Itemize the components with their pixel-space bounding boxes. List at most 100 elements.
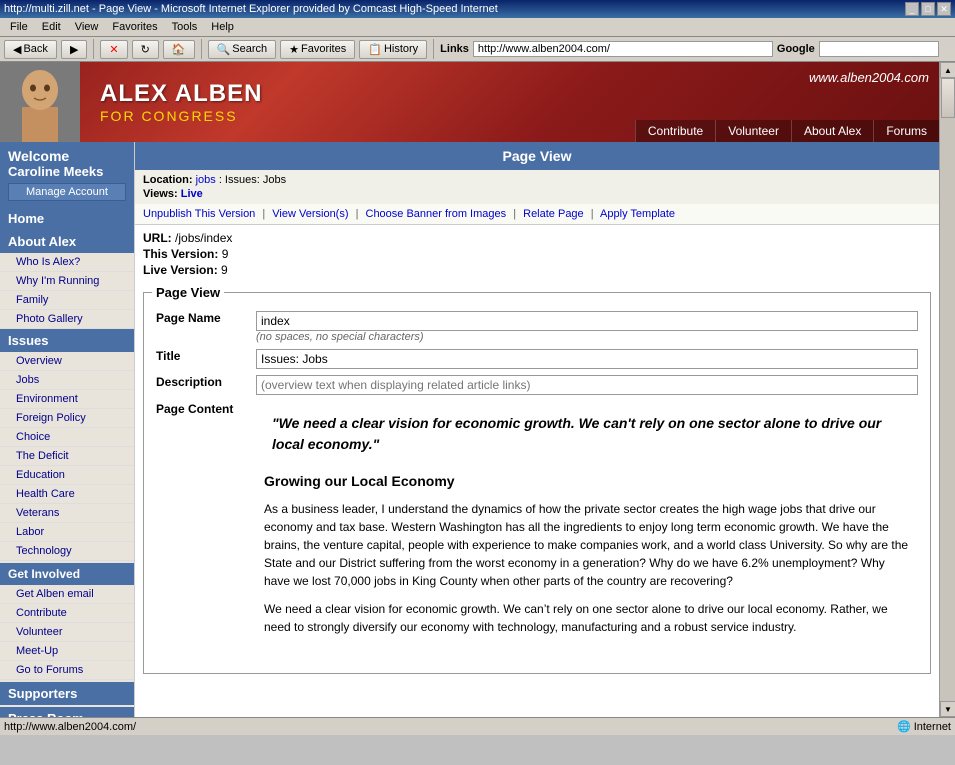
minimize-button[interactable]: _: [905, 2, 919, 16]
google-label: Google: [777, 43, 815, 55]
sidebar-item-jobs[interactable]: Jobs: [0, 371, 134, 390]
scroll-down-button[interactable]: ▼: [940, 701, 955, 717]
relate-page-link[interactable]: Relate Page: [523, 208, 584, 220]
description-input[interactable]: [256, 375, 918, 395]
sidebar-issues-section[interactable]: Issues: [0, 329, 134, 352]
forward-button[interactable]: ▶: [61, 40, 87, 59]
sidebar-item-education[interactable]: Education: [0, 466, 134, 485]
title-label: Title: [152, 346, 252, 372]
history-button[interactable]: 📋 History: [359, 40, 427, 59]
content-display: "We need a clear vision for economic gro…: [256, 401, 918, 654]
links-label: Links: [440, 43, 469, 55]
scroll-up-button[interactable]: ▲: [940, 62, 955, 78]
fieldset-legend: Page View: [152, 285, 224, 300]
nav-about-alex[interactable]: About Alex: [791, 120, 873, 142]
sidebar-about-alex-label: About Alex: [8, 234, 76, 249]
manage-account-button[interactable]: Manage Account: [8, 183, 126, 201]
nav-forums[interactable]: Forums: [873, 120, 939, 142]
sidebar-about-alex-section[interactable]: About Alex: [0, 230, 134, 253]
sidebar-item-environment[interactable]: Environment: [0, 390, 134, 409]
status-bar: http://www.alben2004.com/ 🌐 Internet: [0, 717, 955, 735]
toolbar-separator2: [201, 39, 202, 59]
sidebar-supporters-section[interactable]: Supporters: [0, 682, 134, 705]
title-input[interactable]: [256, 349, 918, 369]
action-sep-1: |: [262, 208, 265, 220]
location-jobs-link[interactable]: jobs: [196, 174, 216, 186]
internet-zone: 🌐 Internet: [897, 720, 951, 733]
breadcrumb-location: Location: jobs : Issues: Jobs: [143, 174, 931, 186]
nav-volunteer[interactable]: Volunteer: [715, 120, 791, 142]
page-view-title: Page View: [135, 142, 939, 170]
sidebar-item-labor[interactable]: Labor: [0, 523, 134, 542]
this-version-label: This Version:: [143, 247, 218, 261]
menu-file[interactable]: File: [4, 20, 34, 34]
address-bar[interactable]: [473, 41, 773, 57]
scrollbar-track[interactable]: [940, 78, 955, 701]
views-label: Views:: [143, 188, 178, 200]
sidebar-item-foreign-policy[interactable]: Foreign Policy: [0, 409, 134, 428]
sidebar-item-get-alben-email[interactable]: Get Alben email: [0, 585, 134, 604]
sidebar-item-family[interactable]: Family: [0, 291, 134, 310]
sidebar-welcome-section: Welcome Caroline Meeks Manage Account: [0, 142, 134, 207]
sidebar-get-involved-section[interactable]: Get Involved: [0, 563, 134, 585]
sidebar-item-why-running[interactable]: Why I'm Running: [0, 272, 134, 291]
url-row: URL: /jobs/index: [143, 231, 931, 245]
maximize-button[interactable]: □: [921, 2, 935, 16]
content-area: Page View Location: jobs : Issues: Jobs …: [135, 142, 939, 717]
status-url: http://www.alben2004.com/: [4, 721, 136, 733]
apply-template-link[interactable]: Apply Template: [600, 208, 675, 220]
back-button[interactable]: ◀ Back: [4, 40, 57, 59]
title-row: Title: [152, 346, 922, 372]
choose-banner-link[interactable]: Choose Banner from Images: [366, 208, 507, 220]
sidebar: Welcome Caroline Meeks Manage Account Ho…: [0, 142, 135, 717]
content-paragraph-2: We need a clear vision for economic grow…: [264, 600, 910, 636]
url-value: /jobs/index: [175, 231, 232, 245]
sidebar-item-contribute[interactable]: Contribute: [0, 604, 134, 623]
menu-edit[interactable]: Edit: [36, 20, 67, 34]
favorites-button[interactable]: ★ Favorites: [280, 40, 355, 59]
menu-favorites[interactable]: Favorites: [106, 20, 163, 34]
welcome-title: Welcome: [8, 148, 126, 164]
sidebar-supporters-label: Supporters: [8, 686, 77, 701]
views-live-link[interactable]: Live: [181, 188, 203, 200]
unpublish-link[interactable]: Unpublish This Version: [143, 208, 255, 220]
nav-contribute[interactable]: Contribute: [635, 120, 715, 142]
window-controls[interactable]: _ □ ✕: [905, 2, 951, 16]
action-sep-3: |: [513, 208, 516, 220]
scrollbar-thumb[interactable]: [941, 78, 955, 118]
url-info: URL: /jobs/index This Version: 9 Live Ve…: [135, 225, 939, 277]
toolbar-separator: [93, 39, 94, 59]
scrollbar[interactable]: ▲ ▼: [939, 62, 955, 717]
sidebar-home-section: Home: [0, 207, 134, 230]
sidebar-press-room-section[interactable]: Press Room: [0, 707, 134, 717]
google-search[interactable]: [819, 41, 939, 57]
view-versions-link[interactable]: View Version(s): [272, 208, 348, 220]
sidebar-item-veterans[interactable]: Veterans: [0, 504, 134, 523]
sidebar-item-technology[interactable]: Technology: [0, 542, 134, 561]
page-name-input[interactable]: [256, 311, 918, 331]
menu-tools[interactable]: Tools: [166, 20, 204, 34]
search-button[interactable]: 🔍 Search: [208, 40, 277, 59]
stop-button[interactable]: ✕: [100, 40, 127, 59]
sidebar-item-who-is-alex[interactable]: Who Is Alex?: [0, 253, 134, 272]
close-button[interactable]: ✕: [937, 2, 951, 16]
form-table: Page Name (no spaces, no special charact…: [152, 308, 922, 657]
live-version-value: 9: [221, 263, 228, 277]
sidebar-item-photo-gallery[interactable]: Photo Gallery: [0, 310, 134, 329]
content-paragraph-1: As a business leader, I understand the d…: [264, 500, 910, 590]
sidebar-item-choice[interactable]: Choice: [0, 428, 134, 447]
sidebar-item-meet-up[interactable]: Meet-Up: [0, 642, 134, 661]
sidebar-home-label: Home: [8, 211, 44, 226]
refresh-button[interactable]: ↻: [132, 40, 159, 59]
action-sep-4: |: [591, 208, 594, 220]
sidebar-item-health-care[interactable]: Health Care: [0, 485, 134, 504]
sidebar-item-volunteer[interactable]: Volunteer: [0, 623, 134, 642]
menu-view[interactable]: View: [69, 20, 105, 34]
sidebar-item-overview[interactable]: Overview: [0, 352, 134, 371]
location-label: Location:: [143, 174, 193, 186]
sidebar-item-deficit[interactable]: The Deficit: [0, 447, 134, 466]
site-wrapper: ALEX ALBEN FOR CONGRESS www.alben2004.co…: [0, 62, 939, 717]
home-button[interactable]: 🏠: [163, 40, 195, 59]
sidebar-item-go-to-forums[interactable]: Go to Forums: [0, 661, 134, 680]
menu-help[interactable]: Help: [205, 20, 240, 34]
